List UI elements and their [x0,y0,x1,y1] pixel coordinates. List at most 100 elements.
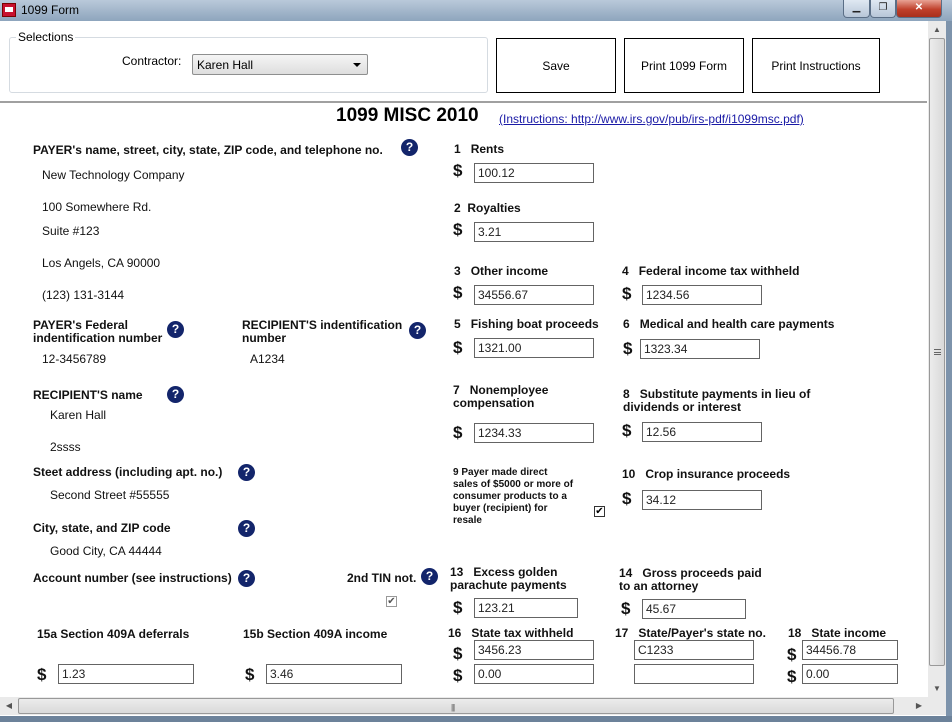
box7-nonemployee-input[interactable] [474,423,594,443]
box5-number: 5 [454,317,461,331]
box7-label-line2: compensation [453,396,535,410]
scroll-up-arrow-icon[interactable]: ▲ [928,21,946,38]
box1-rents-input[interactable] [474,163,594,183]
recipient-id-help-icon[interactable]: ? [409,322,426,339]
city-state-zip-help-icon[interactable]: ? [238,520,255,537]
city-state-zip-value: Good City, CA 44444 [50,544,162,558]
selections-legend: Selections [16,30,76,44]
box3-other-income-input[interactable] [474,285,594,305]
box2-title: Royalties [467,201,521,215]
box9-checkbox[interactable]: ✔ [594,506,605,517]
box7-label: 7 Nonemployee compensation [453,384,548,410]
account-number-label: Account number (see instructions) [33,571,232,585]
box14-attorney-input[interactable] [642,599,746,619]
box2-royalties-input[interactable] [474,222,594,242]
box10-crop-insurance-input[interactable] [642,490,762,510]
box6-dollar: $ [623,339,633,358]
payer-help-icon[interactable]: ? [401,139,418,156]
account-number-help-icon[interactable]: ? [238,570,255,587]
window-frame-bottom [0,716,952,722]
app-icon [2,3,16,17]
box8-label: 8 Substitute payments in lieu of dividen… [623,388,810,414]
box15b-input[interactable] [266,664,402,684]
box17-state-no-input-1[interactable] [634,640,754,660]
box3-label: 3 Other income [454,265,548,278]
box17-number: 17 [615,626,629,640]
box9-line: consumer products to a [453,491,567,502]
street-address-help-icon[interactable]: ? [238,464,255,481]
grip-icon [934,349,941,355]
payer-phone: (123) 131-3144 [42,288,125,302]
box15b-label: 15b Section 409A income [243,627,388,641]
box5-dollar: $ [453,338,463,357]
second-tin-help-icon[interactable]: ? [421,568,438,585]
box16-dollar-1: $ [453,644,463,663]
box15a-label: 15a Section 409A deferrals [37,627,190,641]
payer-city: Los Angels, CA 90000 [42,256,161,270]
vertical-scroll-thumb[interactable] [929,38,945,666]
box13-golden-parachute-input[interactable] [474,598,578,618]
payer-federal-id-label-line2: indentification number [33,331,163,345]
vertical-scrollbar[interactable]: ▲ ▼ [928,21,946,697]
box8-number: 8 [623,387,630,401]
box7-title: Nonemployee [469,383,549,397]
box10-title: Crop insurance proceeds [645,467,791,481]
maximize-button[interactable]: ❐ [870,0,896,18]
box9-line: 9 Payer made direct [453,467,548,478]
box1-label: 1 Rents [454,143,504,156]
window-frame-right [946,21,952,722]
recipient-name-help-icon[interactable]: ? [167,386,184,403]
box15a-input[interactable] [58,664,194,684]
save-button[interactable]: Save [496,38,616,93]
box17-state-no-input-2[interactable] [634,664,754,684]
minimize-button[interactable]: ▁ [843,0,870,18]
second-tin-checkbox[interactable]: ✔ [386,596,397,607]
recipient-id-label: RECIPIENT'S indentification number [242,319,402,345]
box3-dollar: $ [453,283,463,302]
box4-title: Federal income tax withheld [638,264,800,278]
print-instructions-button[interactable]: Print Instructions [752,38,880,93]
payer-suite: Suite #123 [42,224,100,238]
box18-dollar-1: $ [787,645,797,664]
scroll-down-arrow-icon[interactable]: ▼ [928,680,946,697]
box8-substitute-payments-input[interactable] [642,422,762,442]
payer-federal-id-help-icon[interactable]: ? [167,321,184,338]
box17-label: 17 State/Payer's state no. [615,627,766,640]
box15a-dollar: $ [37,665,47,684]
box16-state-tax-input-1[interactable] [474,640,594,660]
box4-federal-tax-input[interactable] [642,285,762,305]
horizontal-scroll-thumb[interactable]: ||| [18,698,894,714]
box3-title: Other income [470,264,549,278]
box9-line: sales of $5000 or more of [453,479,574,490]
box6-label: 6 Medical and health care payments [623,318,834,331]
instructions-link[interactable]: (Instructions: http://www.irs.gov/pub/ir… [499,112,804,126]
box9-line: buyer (recipient) for [453,503,548,514]
box2-label: 2 Royalties [454,202,521,215]
contractor-label: Contractor: [122,54,182,68]
box18-state-income-input-2[interactable] [802,664,898,684]
print-1099-form-button[interactable]: Print 1099 Form [624,38,744,93]
box18-state-income-input-1[interactable] [802,640,898,660]
box6-medical-input[interactable] [640,339,760,359]
box5-fishing-boat-input[interactable] [474,338,594,358]
street-address-value: Second Street #55555 [50,488,170,502]
box16-label: 16 State tax withheld [448,627,573,640]
title-bar: 1099 Form ▁ ❐ ✕ [0,0,952,21]
horizontal-scrollbar[interactable]: ◀ ||| ▶ [0,697,928,715]
box16-state-tax-input-2[interactable] [474,664,594,684]
form-title: 1099 MISC 2010 [336,105,479,126]
scroll-right-arrow-icon[interactable]: ▶ [910,697,928,715]
form-client-area: Selections Contractor: Karen Hall Save P… [0,21,946,716]
recipient-name-line2: 2ssss [50,440,81,454]
scroll-left-arrow-icon[interactable]: ◀ [0,697,18,715]
box1-dollar: $ [453,161,463,180]
box3-number: 3 [454,264,461,278]
box9-label: 9 Payer made direct sales of $5000 or mo… [453,467,573,527]
contractor-dropdown[interactable]: Karen Hall [192,54,368,75]
close-button[interactable]: ✕ [896,0,942,18]
box4-label: 4 Federal income tax withheld [622,265,799,278]
box15b-dollar: $ [245,665,255,684]
recipient-id-label-line2: number [242,331,287,345]
box16-dollar-2: $ [453,666,463,685]
box10-number: 10 [622,467,636,481]
